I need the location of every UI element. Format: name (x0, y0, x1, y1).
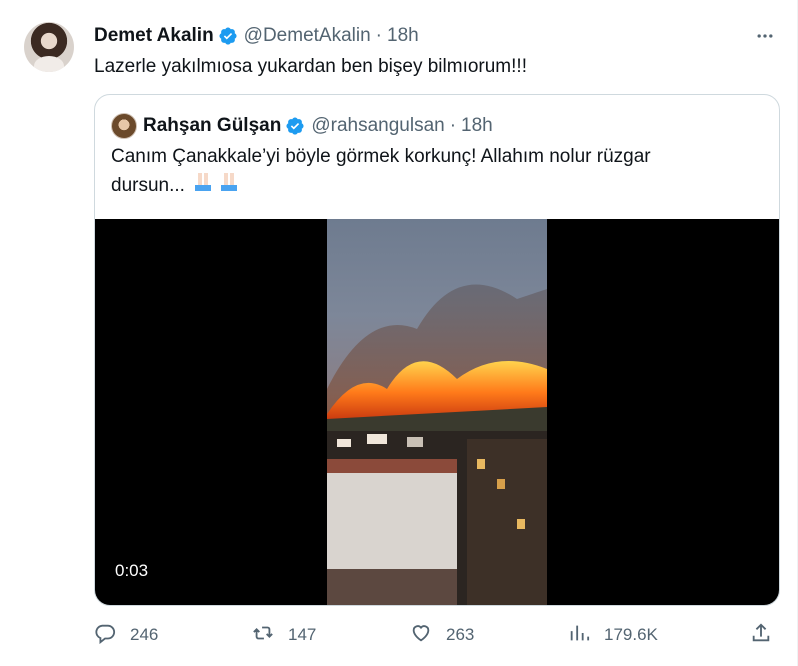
tweet-header: Demet Akalin @DemetAkalin · 18h (94, 24, 419, 48)
video-duration: 0:03 (115, 561, 149, 580)
share-icon (750, 622, 772, 649)
tweet-text: Lazerle yakılmıosa yukardan ben bişey bi… (94, 56, 527, 77)
author-avatar[interactable] (24, 22, 74, 72)
author-handle[interactable]: @DemetAkalin (244, 25, 371, 47)
quoted-text: Canım Çanakkale’yi böyle görmek korkunç!… (111, 143, 751, 202)
more-icon[interactable] (753, 24, 777, 48)
like-button[interactable]: 263 (410, 620, 474, 650)
quoted-header: Rahşan Gülşan @rahsangulsan · 18h (143, 113, 493, 139)
quoted-text-line-1: Canım Çanakkale’yi böyle görmek korkunç!… (111, 146, 651, 167)
views-icon (568, 622, 590, 649)
views-count: 179.6K (604, 625, 658, 644)
quoted-author-name: Rahşan Gülşan (143, 115, 282, 136)
retweet-icon (252, 622, 274, 649)
quoted-tweet[interactable]: Rahşan Gülşan @rahsangulsan · 18h Canım … (94, 94, 780, 606)
share-button[interactable] (750, 620, 772, 650)
video-frame (327, 219, 547, 605)
verified-badge-icon (285, 116, 305, 136)
views-button[interactable]: 179.6K (568, 620, 658, 650)
video-player[interactable]: 0:03 (95, 219, 779, 605)
action-bar: 246 147 263 179.6K (94, 620, 778, 650)
separator-dot: · (375, 25, 382, 46)
tweet-card[interactable]: Demet Akalin @DemetAkalin · 18h Lazerle … (0, 0, 798, 666)
praying-hands-emoji (192, 171, 242, 202)
verified-badge-icon (218, 26, 238, 46)
reply-icon (94, 622, 116, 649)
reply-button[interactable]: 246 (94, 620, 158, 650)
retweet-count: 147 (288, 625, 317, 644)
retweet-button[interactable]: 147 (252, 620, 316, 650)
heart-icon (410, 622, 432, 649)
quoted-text-line-2: dursun... (111, 171, 751, 202)
separator-dot: · (449, 115, 457, 136)
author-name[interactable]: Demet Akalin (94, 25, 214, 47)
quoted-author-handle: @rahsangulsan (311, 115, 445, 136)
quoted-text-line-2-text: dursun... (111, 175, 185, 196)
reply-count: 246 (130, 625, 159, 644)
tweet-time[interactable]: 18h (387, 25, 419, 47)
like-count: 263 (446, 625, 475, 644)
quoted-author-avatar[interactable] (111, 113, 137, 139)
quoted-time: 18h (461, 115, 493, 136)
